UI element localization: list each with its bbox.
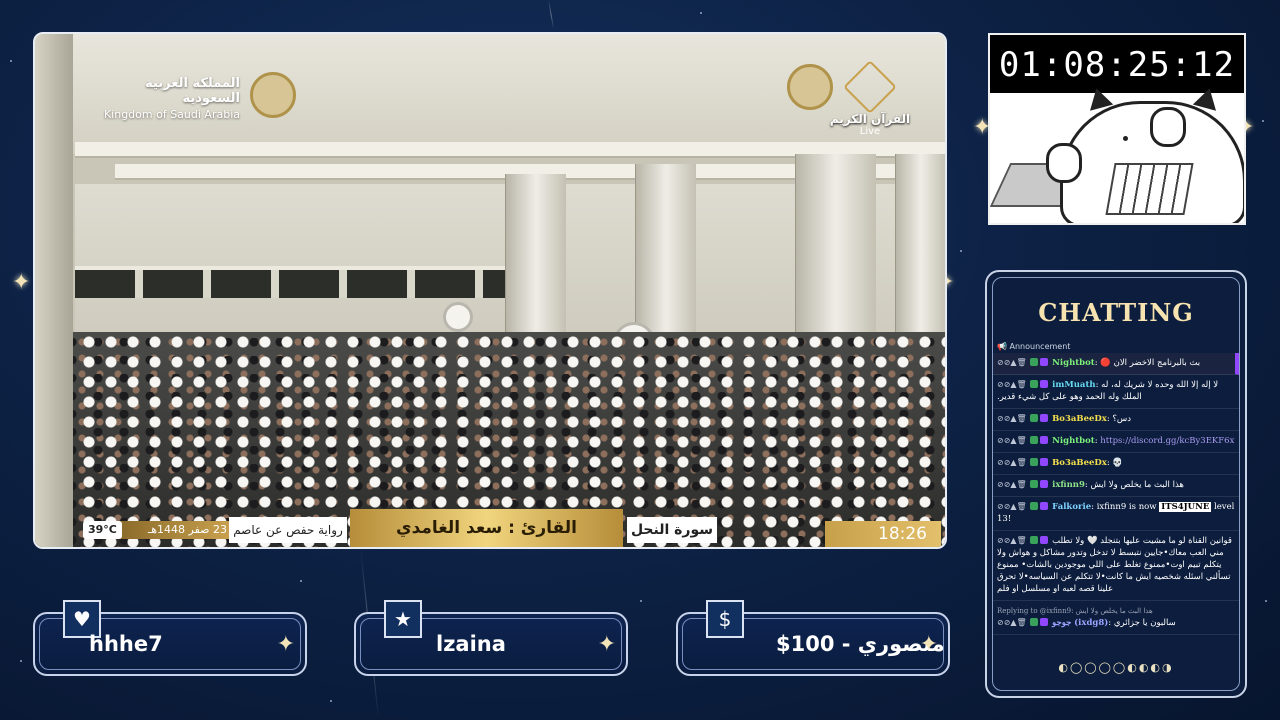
latest-follower: hhhe7 <box>89 632 163 656</box>
channel-logo: القرآن الكريم Live <box>825 60 915 137</box>
subscriber-box: ★ lzaina ✦ <box>354 600 628 676</box>
mod-icons[interactable]: ⊘⊘▲🗑 <box>997 358 1027 367</box>
chat-username[interactable]: imMuath <box>1052 380 1095 390</box>
ksa-logo: المملكة العربية السعودية Kingdom of Saud… <box>95 76 240 121</box>
sparkle-icon: ✦ <box>597 632 616 657</box>
sparkle-icon: ✦ <box>276 632 295 657</box>
chat-username[interactable]: جوجو <box>1052 618 1071 628</box>
chat-title: CHATTING <box>1038 298 1194 327</box>
chat-message[interactable]: ⊘⊘▲🗑 Nightbot: https://discord.gg/kcBy3E… <box>993 431 1239 453</box>
chat-message[interactable]: ⊘⊘▲🗑 imMuath: لا إله إلا الله وحده لا شر… <box>993 375 1239 409</box>
sparkle-icon: ✦ <box>919 632 938 657</box>
chat-pager: ◐◯◯◯◯◐◐◐◑ <box>1058 661 1174 674</box>
hijri-date: 23 صفر 1448هـ <box>117 521 233 539</box>
badge-icon <box>1040 480 1049 488</box>
emblem-icon <box>250 72 296 118</box>
reply-line: Replying to @ixfinn9: هذا البث ما يخلص و… <box>997 607 1153 615</box>
badge-icon <box>1030 358 1039 366</box>
badge-icon <box>1030 618 1039 626</box>
badge-icon <box>1030 536 1039 544</box>
mod-icons[interactable]: ⊘⊘▲🗑 <box>997 414 1027 423</box>
surah-name: سورة النحل <box>627 517 717 543</box>
sparkle-icon: ✦ <box>12 270 31 295</box>
chat-text: 💀 <box>1112 458 1124 468</box>
badge-icon <box>1030 458 1039 466</box>
mod-icons[interactable]: ⊘⊘▲🗑 <box>997 480 1027 489</box>
chat-user-handle[interactable]: (ixdg8) <box>1074 618 1108 628</box>
chat-message[interactable]: ⊘⊘▲🗑 Falkorie: ixfinn9 is now ITS4JUNE l… <box>993 497 1239 531</box>
chat-message[interactable]: Replying to @ixfinn9: هذا البث ما يخلص و… <box>993 601 1239 635</box>
ksa-logo-arabic: المملكة العربية السعودية <box>145 76 240 106</box>
badge-icon <box>1040 380 1049 388</box>
donation-box: $ منصوري - 100$ ✦ <box>676 600 950 676</box>
badge-icon <box>1040 358 1049 366</box>
riwaya-label: رواية حفص عن عاصم <box>229 517 347 543</box>
chat-highlight: ITS4JUNE <box>1159 502 1212 512</box>
badge-icon <box>1040 502 1049 510</box>
chat-message[interactable]: ⊘⊘▲🗑 Bo3aBeeDx: دس؟ <box>993 409 1239 431</box>
chat-username[interactable]: Bo3aBeeDx <box>1052 458 1107 468</box>
badge-icon <box>1040 414 1049 422</box>
badge-icon <box>1030 502 1039 510</box>
chat-panel[interactable]: CHATTING 📢 Announcement ⊘⊘▲🗑 Nightbot: ب… <box>985 270 1247 698</box>
keyboard-icon <box>1105 163 1194 215</box>
bongo-cat-illustration <box>990 85 1244 223</box>
badge-icon <box>1030 480 1039 488</box>
timer-value: 01:08:25:12 <box>998 45 1236 85</box>
mod-icons[interactable]: ⊘⊘▲🗑 <box>997 502 1027 511</box>
qari-name: القارئ : سعد الغامدي <box>350 509 623 547</box>
chat-username[interactable]: Nightbot <box>1052 358 1095 368</box>
chat-message[interactable]: ⊘⊘▲🗑 Bo3aBeeDx: 💀 <box>993 453 1239 475</box>
temperature: 39°C <box>83 521 122 539</box>
video-stream[interactable]: المملكة العربية السعودية Kingdom of Saud… <box>33 32 947 549</box>
chat-message[interactable]: ⊘⊘▲🗑 Nightbot: بث بالبرنامج الاخضر الان … <box>993 353 1239 375</box>
chat-text: هذا البث ما يخلص ولا ايش <box>1090 480 1184 490</box>
mod-icons[interactable]: ⊘⊘▲🗑 <box>997 618 1027 627</box>
lower-third: 23 صفر 1448هـ 39°C رواية حفص عن عاصم الق… <box>35 503 945 547</box>
chat-text: سالبون يا جزائري <box>1113 618 1176 628</box>
chat-username[interactable]: Falkorie <box>1052 502 1091 512</box>
mod-icons[interactable]: ⊘⊘▲🗑 <box>997 436 1027 445</box>
timer-widget: 01:08:25:12 <box>988 33 1246 225</box>
badge-icon <box>1040 618 1049 626</box>
stream-clock: 18:26 <box>825 521 941 547</box>
paw-icon <box>1046 143 1082 183</box>
dollar-icon: $ <box>706 600 744 638</box>
badge-icon <box>1040 536 1049 544</box>
chat-text: دس؟ <box>1112 414 1132 424</box>
channel-name: القرآن الكريم <box>829 112 911 126</box>
chat-text: قوانين القناة لو ما مشيت عليها بتنجلد 🤍 … <box>997 536 1232 594</box>
mod-icons[interactable]: ⊘⊘▲🗑 <box>997 536 1027 545</box>
live-label: Live <box>859 126 881 137</box>
badge-icon <box>1040 458 1049 466</box>
mod-icons[interactable]: ⊘⊘▲🗑 <box>997 380 1027 389</box>
badge-icon <box>1030 380 1039 388</box>
badge-icon <box>1030 414 1039 422</box>
badge-icon <box>1030 436 1039 444</box>
chat-username[interactable]: Nightbot <box>1052 436 1095 446</box>
chat-message[interactable]: ⊘⊘▲🗑 ixfinn9: هذا البث ما يخلص ولا ايش <box>993 475 1239 497</box>
chat-list[interactable]: 📢 Announcement ⊘⊘▲🗑 Nightbot: بث بالبرنا… <box>993 340 1239 670</box>
follower-box: ♥ hhhe7 ✦ <box>33 600 307 676</box>
paw-icon <box>1150 107 1186 147</box>
chat-username[interactable]: Bo3aBeeDx <box>1052 414 1107 424</box>
chat-message[interactable]: ⊘⊘▲🗑 قوانين القناة لو ما مشيت عليها بتنج… <box>993 531 1239 601</box>
palm-swords-icon <box>843 60 897 114</box>
mod-icons[interactable]: ⊘⊘▲🗑 <box>997 458 1027 467</box>
chat-link[interactable]: https://discord.gg/kcBy3EKF6x <box>1100 436 1234 446</box>
announcement-label: 📢 Announcement <box>997 342 1071 351</box>
light-beam <box>548 0 555 30</box>
badge-icon <box>1040 436 1049 444</box>
star-icon: ★ <box>384 600 422 638</box>
chat-username[interactable]: ixfinn9 <box>1052 480 1085 490</box>
ksa-logo-english: Kingdom of Saudi Arabia <box>103 108 240 121</box>
chat-text: بث بالبرنامج الاخضر الان 🔴 <box>1100 358 1201 368</box>
chat-text: ixfinn9 is now <box>1096 502 1160 512</box>
